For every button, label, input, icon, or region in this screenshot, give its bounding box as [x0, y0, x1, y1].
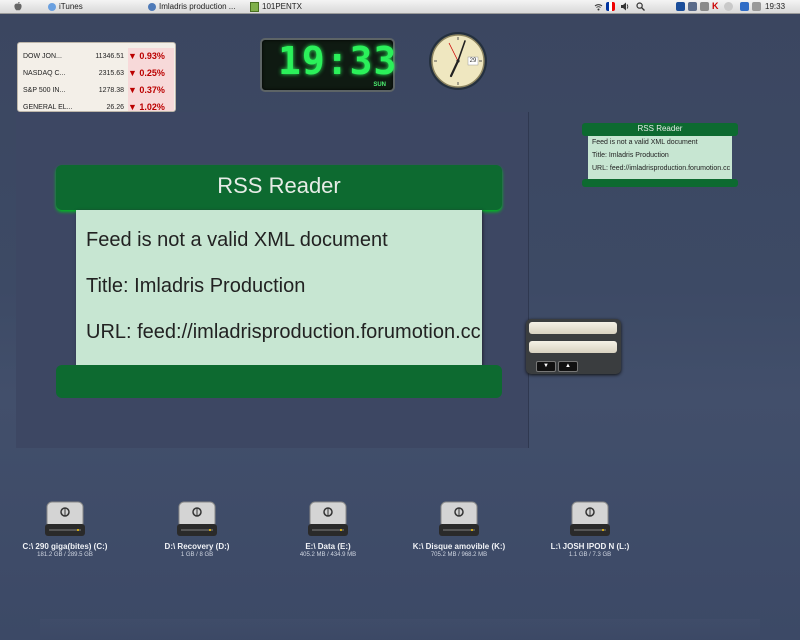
widget-input-top[interactable]: [529, 322, 617, 334]
stock-name: NASDAQ C...: [23, 70, 66, 77]
taskbar-item-label: Imladris production ...: [159, 2, 236, 11]
rss-reader-small-title: RSS Reader: [637, 124, 683, 133]
digital-clock-day: SUN: [373, 82, 386, 88]
stock-name: DOW JON...: [23, 53, 62, 60]
drive-k[interactable]: K:\ Disque amovible (K:) 705.2 MB / 968.…: [399, 500, 519, 558]
language-flag-icon[interactable]: [606, 2, 615, 11]
analog-clock-widget[interactable]: 29: [428, 31, 488, 91]
stock-change: ▼ 0.25%: [128, 65, 174, 82]
rss-feed-url[interactable]: URL: feed://imladrisproduction.forumotio…: [86, 321, 481, 344]
drive-name: L:\ JOSH IPOD N (L:): [550, 542, 630, 551]
hard-drive-icon: [568, 500, 612, 538]
drive-size: 705.2 MB / 968.2 MB: [430, 552, 488, 558]
dock[interactable]: [40, 619, 760, 640]
rss-feed-message: Feed is not a valid XML document: [592, 139, 698, 146]
digital-clock-time: 19:33: [278, 39, 398, 83]
stock-price: 2315.63: [98, 70, 124, 77]
search-widget[interactable]: ▼ ▲: [526, 319, 621, 374]
apple-icon: [14, 2, 22, 11]
taskbar-item-folder[interactable]: 101PENTX: [250, 1, 302, 12]
stock-row[interactable]: NASDAQ C... 2315.63 ▼ 0.25%: [18, 65, 175, 82]
drive-name: C:\ 290 giga(bites) (C:): [22, 542, 108, 551]
scroll-down-button[interactable]: ▼: [536, 361, 556, 372]
stock-price: 11346.51: [95, 53, 124, 60]
rss-reader-large-header[interactable]: RSS Reader: [56, 165, 502, 210]
browser-icon: [148, 2, 156, 11]
rss-reader-large-footer: [56, 365, 502, 398]
analog-clock-date: 29: [469, 58, 477, 64]
rss-reader-large-body[interactable]: Feed is not a valid XML document Title: …: [76, 210, 482, 366]
scroll-up-button[interactable]: ▲: [558, 361, 578, 372]
menubar-clock[interactable]: 19:33: [765, 1, 785, 12]
widget-input-bottom[interactable]: [529, 341, 617, 353]
rss-feed-message: Feed is not a valid XML document: [86, 229, 388, 251]
taskbar-item-label: 101PENTX: [262, 2, 303, 11]
drive-d[interactable]: D:\ Recovery (D:) 1 GB / 8 GB: [137, 500, 257, 558]
taskbar-item-itunes[interactable]: iTunes: [48, 1, 83, 12]
rss-reader-small-body[interactable]: Feed is not a valid XML document Title: …: [588, 136, 732, 179]
stock-name: GENERAL EL...: [23, 104, 73, 111]
rss-reader-small-header[interactable]: RSS Reader: [582, 123, 738, 136]
hard-drive-icon: [175, 500, 219, 538]
wifi-icon[interactable]: [594, 2, 603, 11]
arrow-down-icon: ▼: [543, 363, 549, 369]
antivirus-k-icon[interactable]: K: [712, 2, 721, 11]
drive-c[interactable]: C:\ 290 giga(bites) (C:) 181.2 GB / 289.…: [5, 500, 125, 558]
stock-change: ▼ 0.93%: [128, 48, 174, 65]
user-tray-icon[interactable]: [700, 2, 709, 11]
rss-feed-title: Title: Imladris Production: [86, 275, 306, 297]
rss-reader-large-title: RSS Reader: [217, 173, 341, 198]
stock-name: S&P 500 IN...: [23, 87, 66, 94]
hard-drive-icon: [306, 500, 350, 538]
taskbar-item-browser[interactable]: Imladris production ...: [148, 1, 235, 12]
hard-drive-icon: [437, 500, 481, 538]
tools-tray-icon[interactable]: [724, 2, 733, 11]
stock-row[interactable]: S&P 500 IN... 1278.38 ▼ 0.37%: [18, 82, 175, 99]
stock-ticker-widget[interactable]: DOW JON... 11346.51 ▼ 0.93% NASDAQ C... …: [17, 42, 176, 112]
stock-price: 26.26: [106, 104, 124, 111]
rss-feed-title: Title: Imladris Production: [592, 152, 669, 159]
drive-name: E:\ Data (E:): [305, 542, 351, 551]
itunes-icon: [48, 2, 56, 11]
settings-tray-icon[interactable]: [752, 2, 761, 11]
stock-change: ▼ 0.37%: [128, 82, 174, 99]
arrow-up-icon: ▲: [565, 363, 571, 369]
digital-clock-widget[interactable]: 19:33 SUN: [260, 38, 398, 92]
stock-price: 1278.38: [98, 87, 124, 94]
hard-drive-icon: [43, 500, 87, 538]
stock-row[interactable]: DOW JON... 11346.51 ▼ 0.93%: [18, 48, 175, 65]
rss-feed-url[interactable]: URL: feed://imladrisproduction.forumotio…: [592, 165, 730, 172]
stock-row[interactable]: GENERAL EL... 26.26 ▼ 1.02%: [18, 99, 175, 111]
drive-l[interactable]: L:\ JOSH IPOD N (L:) 1.1 GB / 7.3 GB: [530, 500, 650, 558]
volume-icon[interactable]: [620, 2, 629, 11]
sync-tray-icon[interactable]: [688, 2, 697, 11]
clock-face-icon: [429, 32, 487, 90]
stock-change: ▼ 1.02%: [128, 99, 174, 111]
rss-reader-small-footer: [582, 179, 738, 187]
drive-name: K:\ Disque amovible (K:): [412, 542, 506, 551]
drive-size: 405.2 MB / 434.9 MB: [299, 552, 357, 558]
menu-bar: iTunes Imladris production ... 101PENTX …: [0, 0, 800, 14]
display-tray-icon[interactable]: [740, 2, 749, 11]
notepad-icon: [250, 1, 259, 12]
drive-name: D:\ Recovery (D:): [164, 542, 230, 551]
drive-size: 181.2 GB / 289.5 GB: [37, 552, 93, 558]
drive-size: 1.1 GB / 7.3 GB: [568, 552, 612, 558]
drive-size: 1 GB / 8 GB: [180, 552, 214, 558]
search-icon[interactable]: [636, 2, 645, 11]
network-tray-icon[interactable]: [676, 2, 685, 11]
taskbar-item-label: iTunes: [59, 2, 83, 11]
apple-menu[interactable]: [14, 1, 22, 12]
drive-e[interactable]: E:\ Data (E:) 405.2 MB / 434.9 MB: [268, 500, 388, 558]
